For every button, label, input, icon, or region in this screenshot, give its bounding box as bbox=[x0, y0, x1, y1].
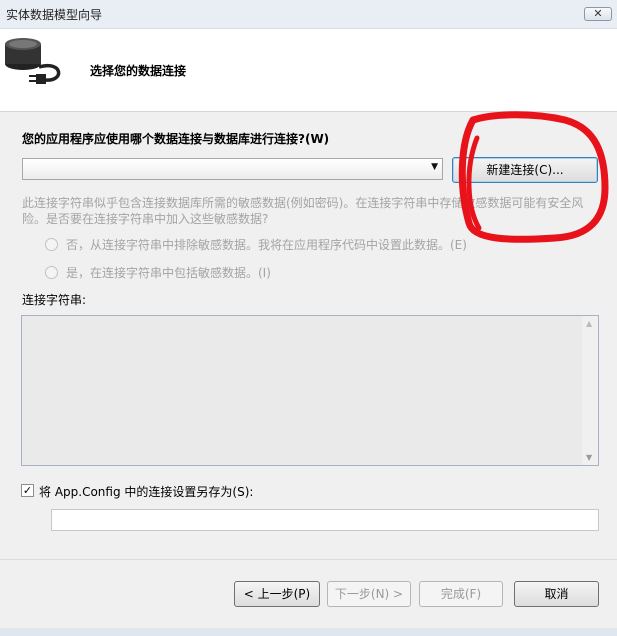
red-annotation-scribble bbox=[458, 111, 609, 243]
connection-question-label: 您的应用程序应使用哪个数据连接与数据库进行连接?(W) bbox=[22, 132, 330, 146]
radio-button[interactable] bbox=[45, 238, 58, 251]
scrollbar[interactable]: ▲ ▼ bbox=[582, 316, 598, 465]
back-button[interactable]: < 上一步(P) bbox=[234, 581, 320, 607]
scroll-up-icon[interactable]: ▲ bbox=[586, 319, 592, 328]
window-bottom-border bbox=[0, 628, 617, 636]
window-title: 实体数据模型向导 bbox=[6, 8, 103, 22]
save-config-checkbox[interactable]: ✓ bbox=[21, 484, 34, 497]
wizard-header: 选择您的数据连接 bbox=[0, 29, 617, 112]
save-config-label: 将 App.Config 中的连接设置另存为(S): bbox=[39, 485, 254, 499]
connection-string-textarea[interactable]: ▲ ▼ bbox=[21, 315, 599, 466]
database-plug-icon bbox=[5, 38, 61, 84]
title-bar: 实体数据模型向导 ✕ bbox=[0, 0, 617, 29]
radio-exclude-sensitive[interactable]: 否，从连接字符串中排除敏感数据。我将在应用程序代码中设置此数据。(E) bbox=[45, 236, 467, 253]
scroll-down-icon[interactable]: ▼ bbox=[586, 453, 592, 462]
cancel-button[interactable]: 取消 bbox=[514, 581, 599, 607]
config-name-input[interactable] bbox=[51, 509, 599, 531]
radio-button[interactable] bbox=[45, 266, 58, 279]
finish-button[interactable]: 完成(F) bbox=[419, 581, 503, 607]
page-title: 选择您的数据连接 bbox=[90, 64, 187, 78]
close-button[interactable]: ✕ bbox=[584, 7, 612, 21]
divider bbox=[0, 559, 617, 560]
next-button[interactable]: 下一步(N) > bbox=[327, 581, 411, 607]
connection-dropdown[interactable]: ▼ bbox=[22, 158, 443, 180]
chevron-down-icon: ▼ bbox=[431, 162, 438, 172]
connection-string-label: 连接字符串: bbox=[22, 293, 87, 307]
radio-include-label: 是，在连接字符串中包括敏感数据。(I) bbox=[66, 266, 271, 280]
radio-include-sensitive[interactable]: 是，在连接字符串中包括敏感数据。(I) bbox=[45, 264, 271, 281]
radio-exclude-label: 否，从连接字符串中排除敏感数据。我将在应用程序代码中设置此数据。(E) bbox=[66, 238, 467, 252]
